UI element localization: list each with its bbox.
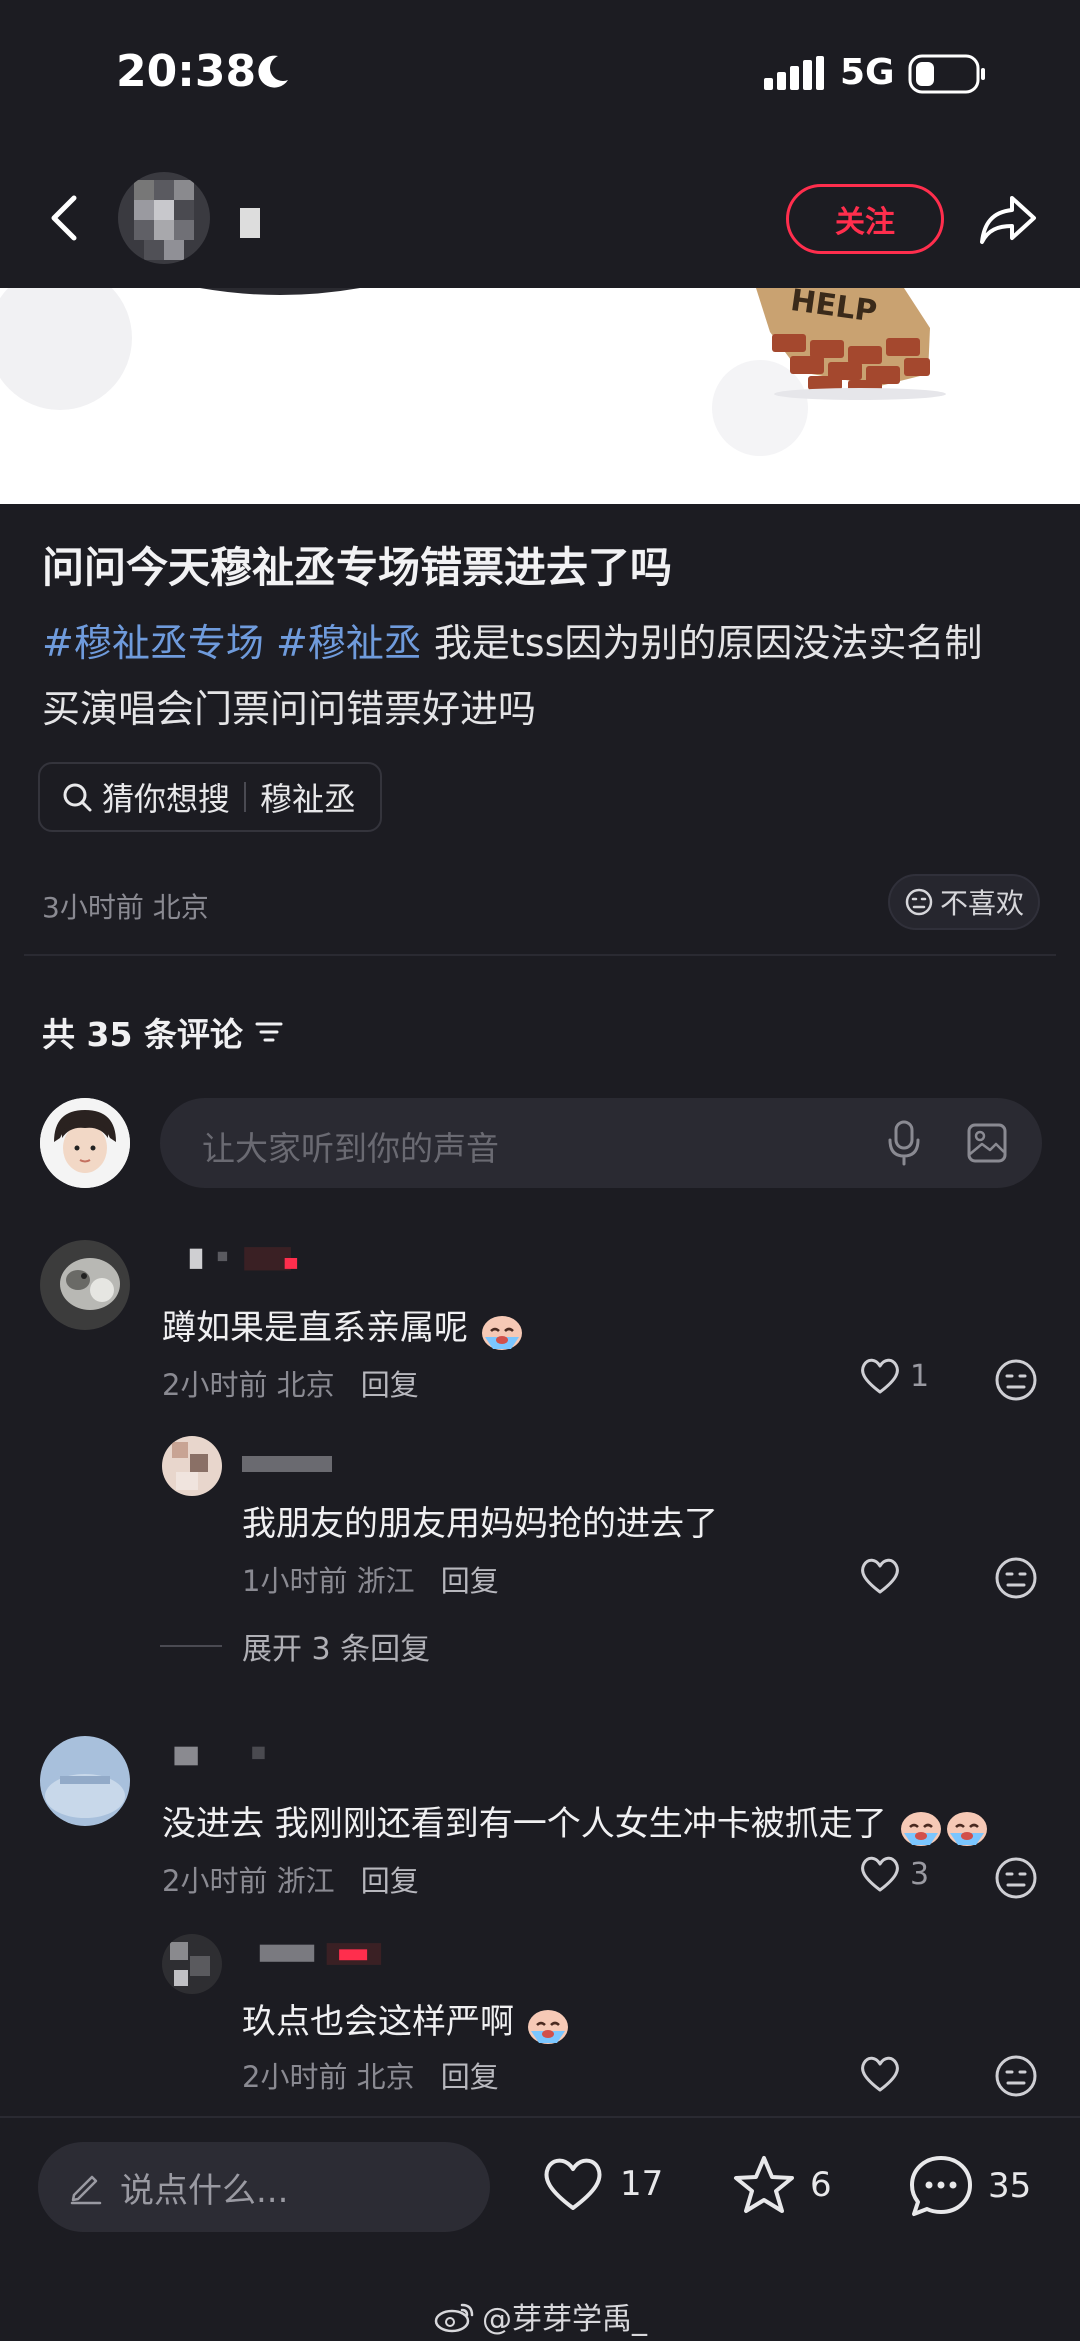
hashtag[interactable]: #穆祉丞: [276, 621, 422, 665]
comment-meta: 2小时前 北京 回复: [162, 1368, 419, 1402]
like-button[interactable]: 1: [858, 1356, 929, 1396]
post-title: 问问今天穆祉丞专场错票进去了吗: [42, 543, 673, 592]
heart-icon: [861, 1856, 899, 1892]
post-body: #穆祉丞专场 #穆祉丞 我是tss因为别的原因没法实名制 买演唱会门票问问错票好…: [42, 610, 1042, 742]
top-nav: 关注: [0, 150, 1080, 288]
crying-emoji-icon: [946, 1811, 987, 1846]
like-count: 3: [910, 1856, 930, 1892]
battery-icon: [908, 54, 985, 94]
guess-search-chip[interactable]: 猜你想搜 穆祉丞: [38, 762, 383, 832]
reply-text: 我朋友的朋友用妈妈抢的进去了: [242, 1504, 718, 1544]
neutral-face-icon[interactable]: [994, 1358, 1038, 1402]
comment-count-label: 共 35 条评论: [42, 1015, 243, 1054]
post-like-count: 17: [620, 2164, 664, 2204]
microphone-icon[interactable]: [884, 1120, 924, 1166]
comment-bubble-icon: [910, 2156, 972, 2216]
replier-avatar[interactable]: [162, 1436, 222, 1496]
reply-button[interactable]: 回复: [361, 1368, 419, 1402]
comment-total: 35: [988, 2166, 1032, 2206]
like-button[interactable]: 3: [858, 1854, 929, 1894]
reply-meta: 2小时前 北京 回复: [242, 2060, 499, 2094]
say-something-input[interactable]: 说点什么...: [38, 2142, 490, 2232]
post-body-text: 买演唱会门票问问错票好进吗: [42, 687, 537, 731]
crying-emoji-icon: [527, 2009, 568, 2044]
weibo-watermark: @芽芽学禹_: [434, 2294, 647, 2338]
commenter-name-blurred[interactable]: [160, 1742, 290, 1770]
status-bar: 20:38 5G: [0, 0, 1080, 150]
search-icon: [63, 783, 92, 812]
follow-button[interactable]: 关注: [786, 184, 944, 254]
section-divider: [24, 954, 1056, 956]
comment-meta: 2小时前 浙江 回复: [162, 1864, 419, 1898]
like-post-button[interactable]: 17: [540, 2154, 663, 2214]
back-icon[interactable]: [36, 188, 96, 248]
reply-text: 玖点也会这样严啊: [242, 1994, 571, 2045]
post-body-text: 我是tss因为别的原因没法实名制: [433, 621, 983, 665]
comment-text: 没进去 我刚刚还看到有一个人女生冲卡被抓走了: [162, 1796, 990, 1847]
moon-icon: [258, 55, 288, 88]
sort-icon[interactable]: [253, 1018, 285, 1046]
commenter-name-blurred[interactable]: [172, 1244, 332, 1272]
reply-button[interactable]: 回复: [361, 1864, 419, 1898]
my-avatar: [40, 1098, 130, 1188]
watermark-text: @芽芽学禹_: [482, 2302, 647, 2337]
status-time: 20:38: [116, 46, 257, 97]
expand-replies-label: 展开 3 条回复: [242, 1632, 431, 1667]
neutral-face-icon[interactable]: [994, 1856, 1038, 1900]
like-count: 1: [910, 1358, 930, 1394]
commenter-avatar[interactable]: [40, 1240, 130, 1330]
dislike-label: 不喜欢: [940, 887, 1025, 920]
star-icon: [734, 2156, 794, 2213]
divider: [160, 1645, 222, 1647]
reply-meta: 1小时前 浙江 回复: [242, 1564, 499, 1598]
neutral-face-icon[interactable]: [994, 1556, 1038, 1600]
image-icon[interactable]: [966, 1122, 1008, 1164]
reply-button[interactable]: 回复: [441, 2060, 499, 2094]
replier-name-blurred[interactable]: [242, 1450, 342, 1478]
neutral-face-icon[interactable]: [994, 2054, 1038, 2098]
comment-input-placeholder: 让大家听到你的声音: [202, 1129, 499, 1168]
reply-button[interactable]: 回复: [441, 1564, 499, 1598]
comments-button[interactable]: 35: [908, 2154, 1031, 2218]
comment-input[interactable]: 让大家听到你的声音: [160, 1098, 1042, 1188]
replier-name-blurred[interactable]: [242, 1940, 402, 1968]
heart-icon: [861, 1358, 899, 1394]
heart-icon[interactable]: [858, 2054, 902, 2094]
crying-emoji-icon: [481, 1315, 522, 1350]
expand-replies-button[interactable]: 展开 3 条回复: [160, 1624, 430, 1668]
signal-icon: [764, 56, 824, 90]
commenter-avatar[interactable]: [40, 1736, 130, 1826]
say-placeholder: 说点什么...: [120, 2170, 289, 2211]
share-icon[interactable]: [976, 190, 1040, 250]
bottom-action-bar: 说点什么... 17 6 35: [0, 2116, 1080, 2268]
dislike-button[interactable]: 不喜欢: [888, 874, 1041, 930]
replier-avatar[interactable]: [162, 1934, 222, 1994]
favorite-count: 6: [810, 2165, 832, 2205]
crying-emoji-icon: [900, 1811, 941, 1846]
heart-icon: [544, 2158, 602, 2210]
favorite-button[interactable]: 6: [732, 2154, 832, 2216]
weibo-logo-icon: [434, 2303, 474, 2333]
hashtag[interactable]: #穆祉丞专场: [42, 621, 264, 665]
comment-count-header: 共 35 条评论: [42, 1008, 285, 1056]
author-name-blurred[interactable]: [240, 208, 260, 238]
post-meta: 3小时前 北京: [42, 891, 209, 924]
heart-icon[interactable]: [858, 1556, 902, 1596]
guess-label: 猜你想搜: [102, 780, 231, 818]
comment-text: 蹲如果是直系亲属呢: [162, 1300, 525, 1351]
network-type: 5G: [840, 52, 895, 93]
author-avatar[interactable]: [118, 172, 210, 264]
pencil-icon: [70, 2175, 102, 2205]
divider: [244, 782, 247, 812]
post-image[interactable]: HELP: [0, 288, 1080, 504]
guess-keyword[interactable]: 穆祉丞: [260, 774, 356, 820]
neutral-face-icon: [905, 888, 933, 916]
help-box-illustration: HELP: [0, 288, 946, 456]
